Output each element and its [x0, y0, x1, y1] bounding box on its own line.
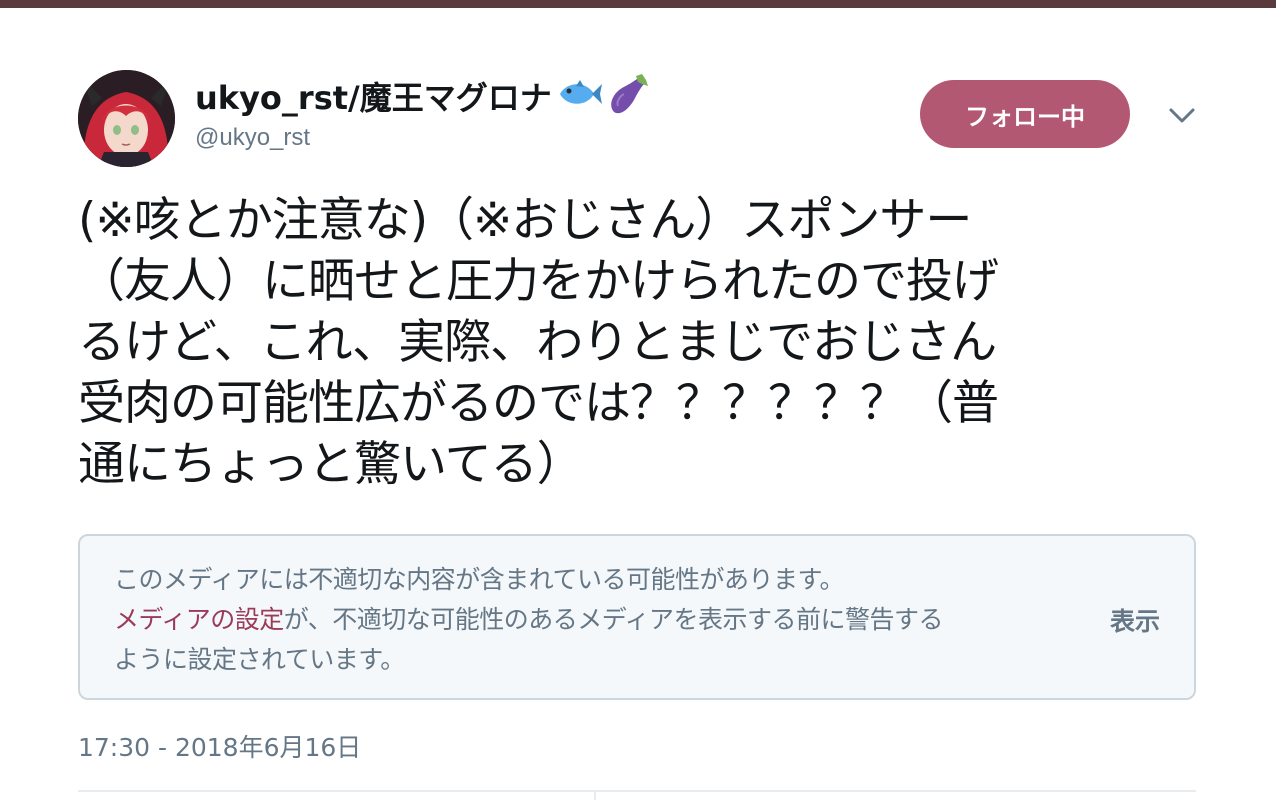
chevron-down-icon[interactable]: [1164, 98, 1200, 134]
warning-line: メディアの設定が、不適切な可能性のあるメディアを表示する前に警告する: [114, 600, 1074, 640]
tweet-text-line: （友人）に晒せと圧力をかけられたので投げ: [78, 254, 999, 309]
divider: [78, 790, 1196, 792]
tweet-text-line: 通にちょっと驚いてる）: [78, 437, 584, 492]
warning-line-rest: が、不適切な可能性のあるメディアを表示する前に警告する: [283, 605, 944, 634]
tweet-timestamp[interactable]: 17:30 - 2018年6月16日: [78, 728, 361, 764]
sensitive-media-warning: このメディアには不適切な内容が含まれている可能性があります。 メディアの設定が、…: [78, 534, 1196, 700]
tweet-text-line: 受肉の可能性広がるのでは？？？？？？（普: [78, 376, 999, 431]
warning-line: このメディアには不適切な内容が含まれている可能性があります。: [114, 565, 845, 594]
media-settings-link[interactable]: メディアの設定: [114, 605, 284, 634]
fish-icon: [556, 78, 602, 114]
divider: [594, 792, 596, 800]
following-button[interactable]: フォロー中: [920, 80, 1130, 148]
eggplant-icon: [606, 72, 650, 120]
show-media-button[interactable]: 表示: [1110, 602, 1160, 638]
tweet-text: (※咳とか注意な)（※おじさん）スポンサー （友人）に晒せと圧力をかけられたので…: [78, 190, 1198, 495]
author-handle[interactable]: @ukyo_rst: [195, 124, 310, 152]
author-display-name[interactable]: ukyo_rst/魔王マグロナ: [195, 73, 552, 119]
tweet-text-line: (※咳とか注意な)（※おじさん）スポンサー: [78, 193, 972, 248]
tweet-text-line: るけど、これ、実際、わりとまじでおじさん: [78, 315, 997, 370]
warning-line: ように設定されています。: [114, 645, 405, 674]
avatar-image: [78, 70, 175, 167]
author-name-row[interactable]: ukyo_rst/魔王マグロナ: [195, 74, 650, 118]
avatar[interactable]: [78, 70, 175, 167]
window-top-border: [0, 0, 1276, 8]
warning-message: このメディアには不適切な内容が含まれている可能性があります。 メディアの設定が、…: [114, 560, 1074, 680]
